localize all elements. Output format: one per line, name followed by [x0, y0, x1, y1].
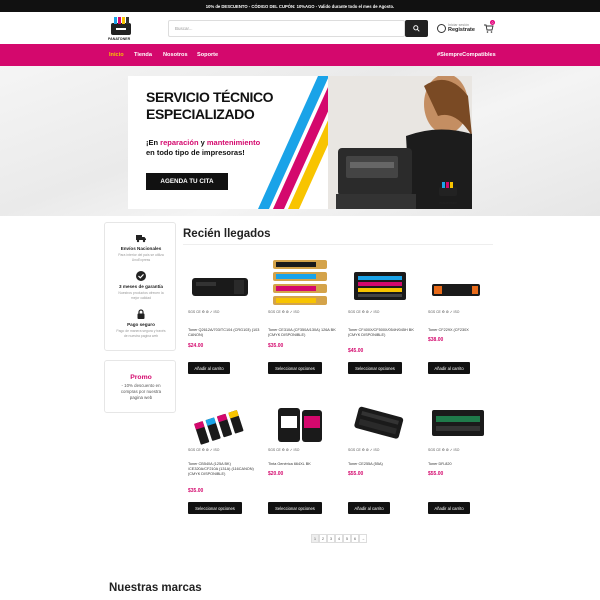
- product-title[interactable]: Toner CF229X (CF230X: [428, 328, 500, 333]
- page-4[interactable]: 4: [335, 534, 343, 543]
- product-price: $55.00: [428, 471, 444, 477]
- pagination: 1 2 3 4 5 6 →: [311, 534, 367, 543]
- hero-title-line2: ESPECIALIZADO: [146, 106, 255, 122]
- logo-text: PANATONER: [108, 37, 131, 41]
- page-6[interactable]: 6: [351, 534, 359, 543]
- user-icon[interactable]: [437, 24, 446, 33]
- next-page[interactable]: →: [359, 534, 367, 543]
- select-options-button[interactable]: Seleccionar opciones: [348, 362, 402, 374]
- hero-subtitle-line1: ¡En reparación y mantenimiento: [146, 138, 261, 147]
- lock-icon: [137, 309, 145, 319]
- certifications: SGS CE ♻ ⚙ ✓ ISO: [348, 448, 380, 452]
- logo-icon[interactable]: [109, 14, 133, 38]
- promo-text: - 10% descuento en compras por nuestra p…: [120, 383, 162, 400]
- promo-topbar: 10% de DESCUENTO - CÓDIGO DEL CUPÓN: 10%…: [0, 0, 600, 12]
- nav-item-soporte[interactable]: Soporte: [197, 52, 218, 58]
- promo-title: Promo: [130, 374, 152, 381]
- product-title[interactable]: Toner CB540A (125A BK) /CE320A/CF210A (1…: [188, 462, 260, 477]
- product-title[interactable]: Toner CF400X/CF500X/054H/045H BK (CMYK D…: [348, 328, 420, 338]
- feature-text-warranty: Nuestros productos ofrecen la mejor cali…: [118, 291, 164, 300]
- product-image[interactable]: [428, 402, 488, 442]
- search-input[interactable]: Buscar...: [168, 20, 405, 37]
- product-image[interactable]: [268, 258, 332, 310]
- nav-item-nosotros[interactable]: Nosotros: [163, 52, 188, 58]
- feature-title-shipping: Envíos Nacionales: [120, 246, 162, 251]
- feature-title-payment: Pago seguro: [127, 322, 155, 327]
- nav-item-inicio[interactable]: Inicio: [109, 52, 124, 58]
- product-image[interactable]: [348, 402, 412, 442]
- product-price: $38.00: [428, 337, 444, 343]
- certifications: SGS CE ♻ ⚙ ✓ ISO: [348, 310, 380, 314]
- product-image[interactable]: [348, 266, 412, 306]
- select-options-button[interactable]: Seleccionar opciones: [268, 362, 322, 374]
- page-2[interactable]: 2: [319, 534, 327, 543]
- promo-box[interactable]: Promo - 10% descuento en compras por nue…: [104, 360, 176, 413]
- product-title[interactable]: Toner CE255A (55A): [348, 462, 420, 467]
- feature-text-payment: Pago de manera segura y través de nuestr…: [116, 329, 166, 338]
- add-to-cart-button[interactable]: Añadir al carrito: [428, 502, 470, 514]
- add-to-cart-button[interactable]: Añadir al carrito: [348, 502, 390, 514]
- nav-hashtag[interactable]: #SiempreCompatibles: [437, 52, 496, 58]
- product-price: $24.00: [188, 343, 204, 349]
- product-price: $20.00: [268, 471, 284, 477]
- feature-title-warranty: 3 meses de garantía: [119, 284, 163, 289]
- product-image[interactable]: [428, 270, 484, 310]
- truck-icon: [136, 235, 146, 243]
- certifications: SGS CE ♻ ⚙ ✓ ISO: [428, 310, 460, 314]
- product-title[interactable]: Tinta Genérica 664XL BK: [268, 462, 340, 467]
- page-5[interactable]: 5: [343, 534, 351, 543]
- hero-logo-icon: [439, 182, 457, 196]
- certifications: SGS CE ♻ ⚙ ✓ ISO: [268, 448, 300, 452]
- search-button[interactable]: [405, 20, 428, 37]
- product-image[interactable]: [268, 404, 332, 444]
- hero-logo: PANATONER: [436, 182, 460, 205]
- page-1[interactable]: 1: [311, 534, 319, 543]
- certifications: SGS CE ♻ ⚙ ✓ ISO: [188, 448, 220, 452]
- brands-title: Nuestras marcas: [109, 582, 202, 594]
- product-image[interactable]: [188, 266, 252, 306]
- nav-item-tienda[interactable]: Tienda: [134, 52, 152, 58]
- check-circle-icon: [136, 271, 146, 281]
- hero-banner[interactable]: SERVICIO TÉCNICO ESPECIALIZADO ¡En repar…: [128, 76, 472, 209]
- add-to-cart-button[interactable]: Añadir al carrito: [428, 362, 470, 374]
- page-3[interactable]: 3: [327, 534, 335, 543]
- feature-text-shipping: Para interior del país se utiliza UnoExp…: [118, 253, 164, 262]
- cart-count-badge: 0: [490, 20, 495, 25]
- product-title[interactable]: Toner DR-820: [428, 462, 500, 467]
- main-nav: Inicio Tienda Nosotros Soporte #SiempreC…: [0, 44, 600, 66]
- product-title[interactable]: Toner CE310A (CF350A/130A) 126A BK (CMYK…: [268, 328, 340, 338]
- hero-logo-text: PANATONER: [439, 201, 457, 205]
- register-link[interactable]: Registrate: [448, 27, 475, 33]
- product-price: $35.00: [188, 488, 204, 494]
- add-to-cart-button[interactable]: Añadir al carrito: [188, 362, 230, 374]
- hero-subtitle-line2: en todo tipo de impresoras!: [146, 148, 245, 157]
- search-icon: [413, 25, 420, 32]
- product-price: $35.00: [268, 343, 284, 349]
- cart-icon[interactable]: [484, 24, 494, 33]
- certifications: SGS CE ♻ ⚙ ✓ ISO: [268, 310, 300, 314]
- section-divider: [183, 244, 493, 245]
- certifications: SGS CE ♻ ⚙ ✓ ISO: [428, 448, 460, 452]
- features-sidebar: Envíos Nacionales Para interior del país…: [104, 222, 176, 351]
- product-image[interactable]: [188, 406, 252, 446]
- hero-title-line1: SERVICIO TÉCNICO: [146, 89, 274, 105]
- certifications: SGS CE ♻ ⚙ ✓ ISO: [188, 310, 220, 314]
- product-price: $45.00: [348, 348, 364, 354]
- book-appointment-button[interactable]: AGENDA TU CITA: [146, 173, 228, 190]
- select-options-button[interactable]: Seleccionar opciones: [188, 502, 242, 514]
- section-title: Recién llegados: [183, 228, 271, 240]
- select-options-button[interactable]: Seleccionar opciones: [268, 502, 322, 514]
- product-title[interactable]: Toner Q2612A/703/TC104 (CRG103) (103 CAN…: [188, 328, 260, 338]
- product-price: $55.00: [348, 471, 364, 477]
